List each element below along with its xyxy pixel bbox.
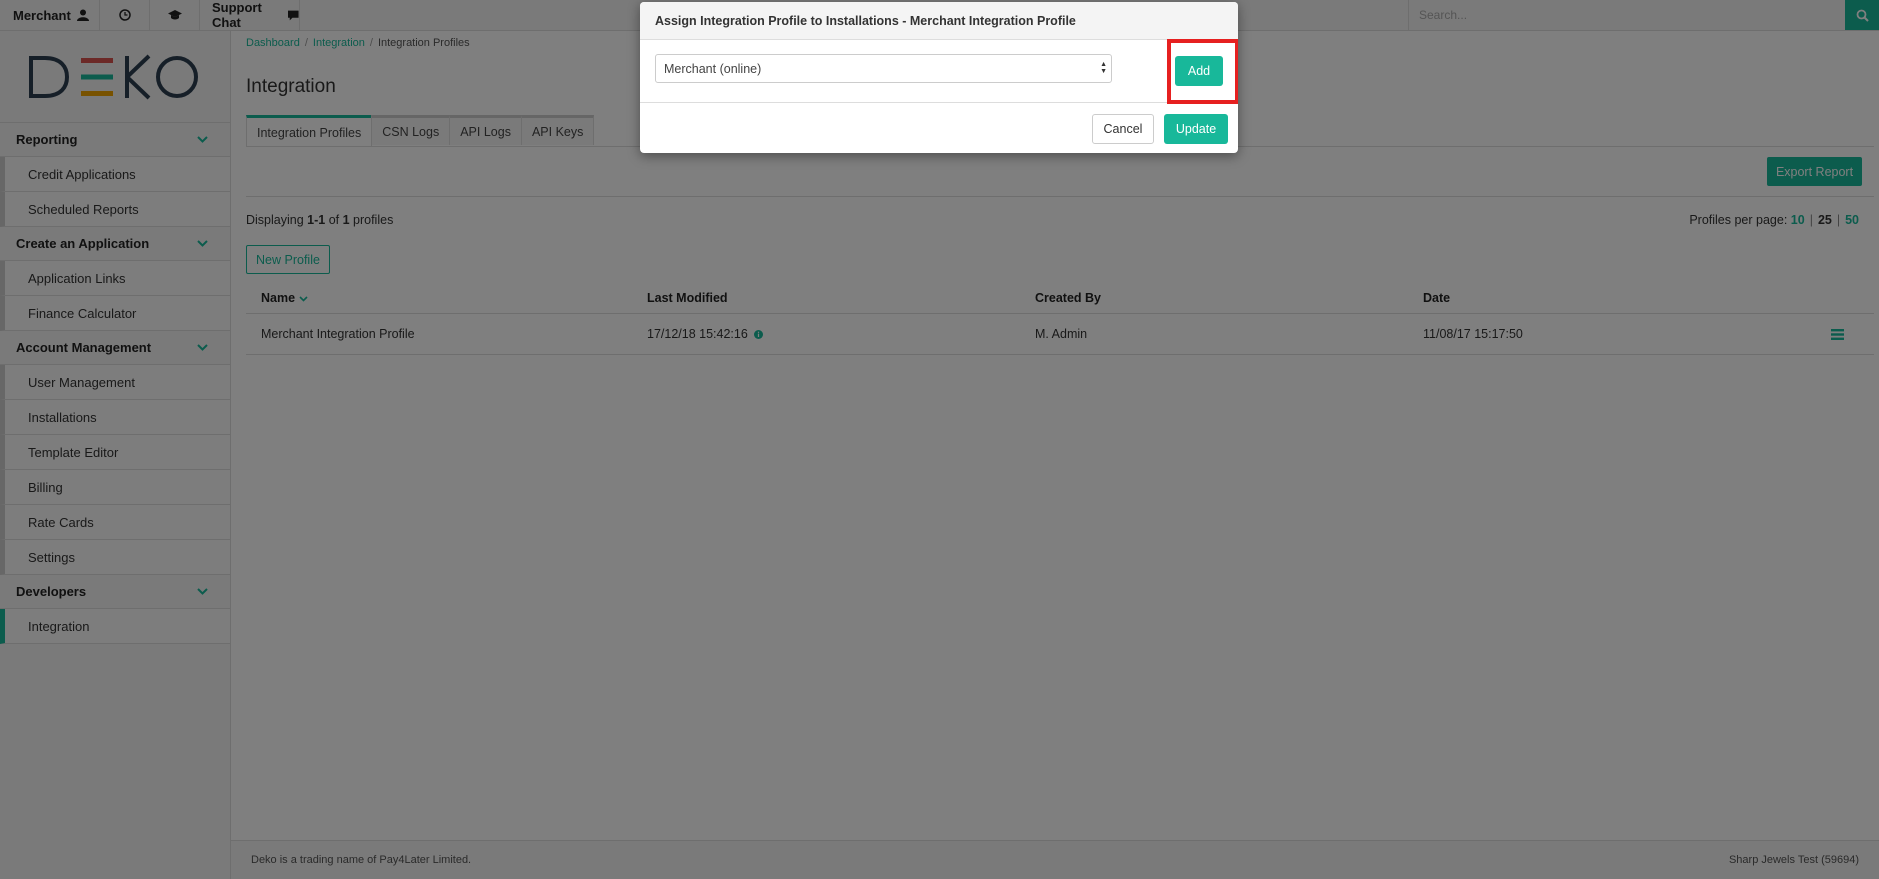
installation-select-value: Merchant (online) [664,61,762,76]
modal-title: Assign Integration Profile to Installati… [640,2,1238,40]
select-arrows-icon: ▲ ▼ [1100,61,1107,75]
modal-body: Merchant (online) ▲ ▼ [640,40,1238,103]
assign-profile-modal: Assign Integration Profile to Installati… [640,2,1238,153]
add-button-highlight [1167,39,1238,104]
update-button[interactable]: Update [1164,114,1228,144]
cancel-button[interactable]: Cancel [1092,114,1154,144]
installation-select[interactable]: Merchant (online) ▲ ▼ [655,54,1112,83]
